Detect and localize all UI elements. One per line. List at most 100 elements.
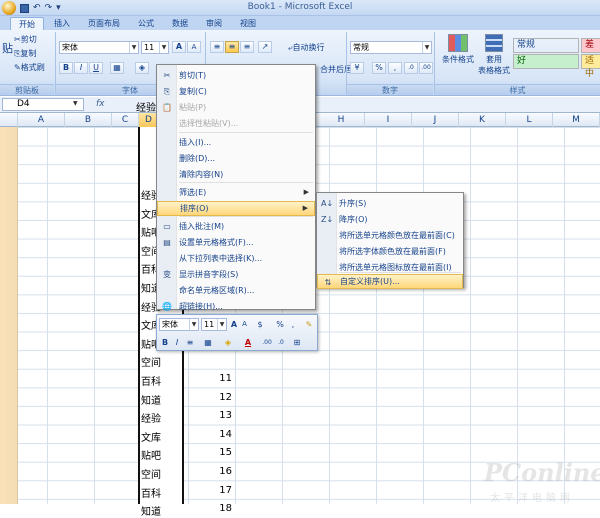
mini-comma-button[interactable]: , <box>289 318 297 331</box>
number-format-combo[interactable]: 常规 ▼ <box>350 41 432 54</box>
style-neutral[interactable]: 适中 <box>581 54 600 79</box>
font-size-combo[interactable]: 11 ▼ <box>141 41 169 54</box>
column-header-a[interactable]: A <box>18 113 65 127</box>
chevron-down-icon[interactable]: ▼ <box>422 42 431 53</box>
column-header-c[interactable]: C <box>112 113 139 127</box>
cell-e[interactable]: 15 <box>212 447 232 458</box>
percent-button[interactable]: % <box>372 62 386 74</box>
cell-e[interactable]: 16 <box>212 466 232 477</box>
mini-italic-button[interactable]: I <box>173 336 181 349</box>
column-header-k[interactable]: K <box>459 113 506 127</box>
tab-data[interactable]: 数据 <box>164 17 196 30</box>
function-icon[interactable]: fx <box>96 99 105 109</box>
column-header-l[interactable]: L <box>506 113 553 127</box>
underline-button[interactable]: U <box>89 62 103 74</box>
style-bad[interactable]: 差 <box>581 38 600 53</box>
mini-grow-font-button[interactable]: A <box>229 318 239 331</box>
fill-color-button[interactable]: ◈ <box>135 62 149 74</box>
submenu-item-cell-color-on-top[interactable]: 将所选单元格颜色放在最前面(C) <box>317 228 463 243</box>
cell-e[interactable]: 17 <box>212 485 232 496</box>
menu-item-insert[interactable]: 插入(I)... <box>157 135 315 150</box>
cell-e[interactable]: 13 <box>212 410 232 421</box>
mini-merge-button[interactable]: ⊞ <box>291 336 303 349</box>
cell-d[interactable]: 经验 <box>141 410 161 425</box>
borders-button[interactable]: ▦ <box>110 62 124 74</box>
formula-input[interactable]: 经验 <box>136 99 156 114</box>
mini-format-button[interactable]: $ <box>253 318 267 331</box>
bold-button[interactable]: B <box>59 62 73 74</box>
conditional-format-button[interactable]: 条件格式 <box>440 34 476 65</box>
wrap-text-button[interactable]: ⤶自动换行 <box>288 42 324 53</box>
name-box[interactable]: D4 <box>2 98 84 111</box>
mini-bold-button[interactable]: B <box>160 336 170 349</box>
submenu-item-sort-descending[interactable]: Z↓ 降序(O) <box>317 212 463 227</box>
tab-review[interactable]: 审阅 <box>198 17 230 30</box>
align-bottom-button[interactable]: ≡ <box>240 41 254 53</box>
mini-fill-button[interactable]: ◈ <box>221 336 235 349</box>
column-header-b[interactable]: B <box>65 113 112 127</box>
currency-button[interactable]: ¥ <box>350 62 364 74</box>
menu-item-define-name[interactable]: 命名单元格区域(R)... <box>157 283 315 298</box>
cell-d[interactable]: 百科 <box>141 373 161 388</box>
menu-item-pick-from-list[interactable]: 从下拉列表中选择(K)... <box>157 251 315 266</box>
style-normal[interactable]: 常规 <box>513 38 579 53</box>
cell-d[interactable]: 贴吧 <box>141 447 161 462</box>
align-middle-button[interactable]: ≡ <box>225 41 239 53</box>
decrease-decimal-button[interactable]: .00 <box>419 62 433 74</box>
cell-d[interactable]: 百科 <box>141 485 161 500</box>
orientation-button[interactable]: ↗ <box>258 41 272 53</box>
chevron-down-icon[interactable]: ▼ <box>159 42 168 53</box>
mini-increase-decimal-button[interactable]: .0 <box>275 336 287 349</box>
column-header-h[interactable]: H <box>318 113 365 127</box>
mini-shrink-font-button[interactable]: A <box>240 318 249 331</box>
menu-item-copy[interactable]: ⎘ 复制(C) <box>157 84 315 99</box>
cell-e[interactable]: 14 <box>212 429 232 440</box>
chevron-down-icon[interactable]: ▼ <box>189 319 198 330</box>
tab-home[interactable]: 开始 <box>10 17 44 30</box>
menu-item-hyperlink[interactable]: 🌐 超链接(H)... <box>157 299 315 314</box>
column-header-m[interactable]: M <box>553 113 600 127</box>
menu-item-sort[interactable]: 排序(O) ▶ <box>157 201 315 216</box>
align-top-button[interactable]: ≡ <box>210 41 224 53</box>
menu-item-insert-comment[interactable]: ▭ 插入批注(M) <box>157 219 315 234</box>
tab-formulas[interactable]: 公式 <box>130 17 162 30</box>
mini-font-combo[interactable]: 宋体 ▼ <box>159 318 199 331</box>
column-header-j[interactable]: J <box>412 113 459 127</box>
chevron-down-icon[interactable]: ▼ <box>217 319 226 330</box>
cell-e[interactable]: 12 <box>212 392 232 403</box>
cell-d[interactable]: 知道 <box>141 503 161 518</box>
shrink-font-button[interactable]: A <box>187 41 201 53</box>
style-good[interactable]: 好 <box>513 54 579 69</box>
tab-insert[interactable]: 插入 <box>46 17 78 30</box>
cell-e[interactable]: 11 <box>212 373 232 384</box>
menu-item-clear-contents[interactable]: 清除内容(N) <box>157 167 315 182</box>
menu-item-cut[interactable]: ✂ 剪切(T) <box>157 68 315 83</box>
chevron-down-icon[interactable]: ▼ <box>73 100 78 107</box>
cell-e[interactable]: 18 <box>212 503 232 514</box>
cell-d[interactable]: 空间 <box>141 466 161 481</box>
cell-d[interactable]: 知道 <box>141 392 161 407</box>
mini-size-combo[interactable]: 11 ▼ <box>201 318 227 331</box>
menu-item-filter[interactable]: 筛选(E) ▶ <box>157 185 315 200</box>
format-as-table-button[interactable]: 套用 表格格式 <box>478 34 510 76</box>
mini-decrease-decimal-button[interactable]: .00 <box>261 336 273 349</box>
format-painter-button[interactable]: ✎格式刷 <box>14 62 45 73</box>
grow-font-button[interactable]: A <box>172 41 186 53</box>
cell-d[interactable]: 空间 <box>141 354 161 369</box>
mini-format-painter-button[interactable]: ✎ <box>303 318 315 331</box>
mini-center-button[interactable]: ≡ <box>185 336 195 349</box>
submenu-item-cell-icon-on-top[interactable]: 将所选单元格图标放在最前面(I) <box>317 260 463 275</box>
column-header-i[interactable]: I <box>365 113 412 127</box>
tab-page-layout[interactable]: 页面布局 <box>80 17 128 30</box>
menu-item-delete[interactable]: 删除(D)... <box>157 151 315 166</box>
increase-decimal-button[interactable]: .0 <box>404 62 418 74</box>
cell-d[interactable]: 文库 <box>141 429 161 444</box>
font-name-combo[interactable]: 宋体 ▼ <box>59 41 139 54</box>
submenu-item-custom-sort[interactable]: ⇅ 自定义排序(U)... <box>317 274 463 289</box>
menu-item-format-cells[interactable]: ▤ 设置单元格格式(F)... <box>157 235 315 250</box>
copy-button[interactable]: ⎘复制 <box>14 48 36 59</box>
paste-button[interactable]: 贴 <box>2 40 13 56</box>
mini-borders-button[interactable]: ▦ <box>201 336 215 349</box>
comma-button[interactable]: , <box>388 62 402 74</box>
select-all-corner[interactable] <box>0 113 18 127</box>
